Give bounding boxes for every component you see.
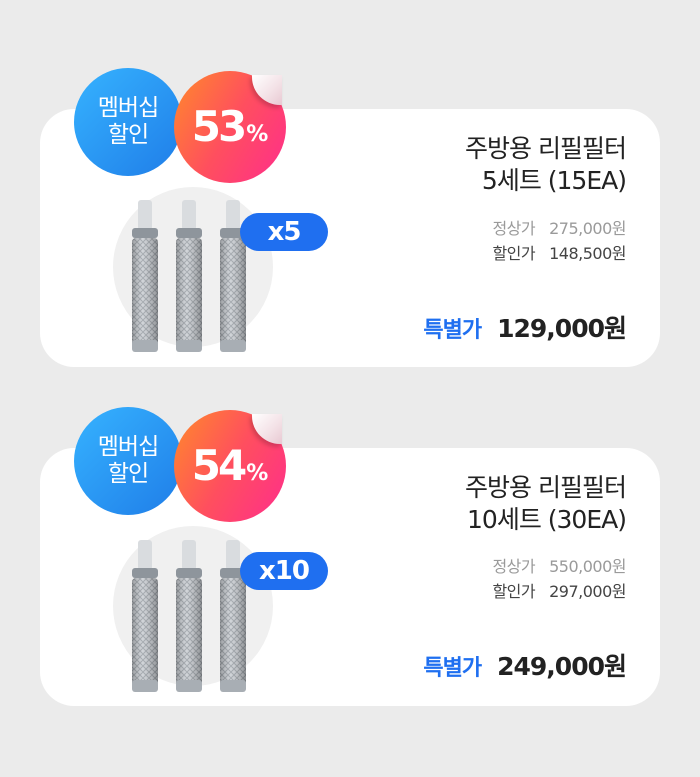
regular-price: 275,000원 [549, 219, 626, 238]
product-title: 주방용 리필필터 5세트 (15EA) [465, 134, 627, 195]
discount-price: 297,000원 [549, 582, 626, 601]
special-price-row: 특별가 129,000원 [423, 309, 627, 345]
filter-cartridge-icon [132, 540, 158, 692]
special-price: 249,000원 [497, 652, 627, 681]
product-title: 주방용 리필필터 10세트 (30EA) [465, 473, 627, 534]
membership-discount-badge: 멤버십 할인 [74, 68, 182, 176]
discount-price: 148,500원 [549, 244, 626, 263]
filter-cartridge-icon [132, 200, 158, 352]
regular-price-label: 정상가 [492, 557, 536, 576]
special-price-label: 특별가 [423, 656, 482, 681]
discount-percent-badge: 53% [174, 71, 286, 183]
sticker-peel-icon [252, 414, 282, 444]
discount-price-row: 할인가 148,500원 [492, 240, 626, 264]
regular-price-row: 정상가 550,000원 [492, 553, 626, 577]
special-price-row: 특별가 249,000원 [423, 647, 627, 683]
discount-price-label: 할인가 [492, 244, 536, 263]
special-price-label: 특별가 [423, 318, 482, 343]
quantity-badge: x5 [240, 213, 328, 251]
filter-cartridge-icon [176, 540, 202, 692]
filter-cartridge-icon [176, 200, 202, 352]
special-price: 129,000원 [497, 314, 627, 343]
membership-discount-badge: 멤버십 할인 [74, 407, 182, 515]
regular-price: 550,000원 [549, 557, 626, 576]
discount-percent-badge: 54% [174, 410, 286, 522]
regular-price-label: 정상가 [492, 219, 536, 238]
discount-price-row: 할인가 297,000원 [492, 578, 626, 602]
regular-price-row: 정상가 275,000원 [492, 215, 626, 239]
sticker-peel-icon [252, 75, 282, 105]
discount-price-label: 할인가 [492, 582, 536, 601]
quantity-badge: x10 [240, 552, 328, 590]
